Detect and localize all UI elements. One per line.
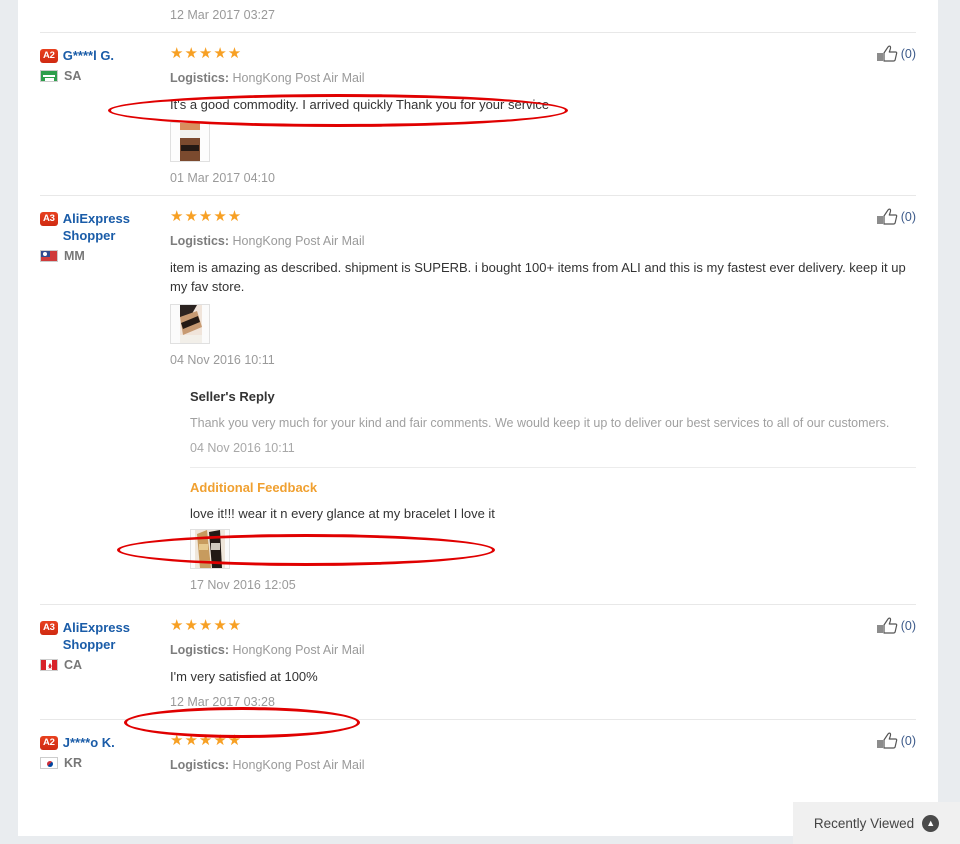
review-body: ★★★★★ Logistics: HongKong Post Air Mail … — [170, 617, 916, 709]
reviewer-name[interactable]: J****o K. — [63, 734, 115, 751]
reviewer-line: A2 G****l G. — [40, 47, 170, 64]
buyer-level-badge: A3 — [40, 621, 58, 635]
thumbs-up-icon — [876, 45, 897, 62]
reviewer-info: A2 G****l G. SA — [40, 45, 170, 185]
recently-viewed-widget[interactable]: Recently Viewed ▲ — [793, 802, 960, 844]
review-photos — [170, 304, 906, 344]
seller-reply-title: Seller's Reply — [190, 389, 275, 404]
star-rating: ★★★★★ — [170, 617, 243, 634]
country-code: SA — [64, 69, 82, 83]
reviewer-name[interactable]: G****l G. — [63, 47, 114, 64]
reviewer-name[interactable]: AliExpress Shopper — [63, 210, 170, 244]
flag-ca-icon — [40, 659, 58, 671]
reviewer-info: A3 AliExpress Shopper MM — [40, 208, 170, 367]
review-text: item is amazing as described. shipment i… — [170, 260, 906, 294]
country-line: CA — [40, 658, 170, 672]
additional-feedback-date: 17 Nov 2016 12:05 — [190, 578, 296, 592]
buyer-level-badge: A3 — [40, 212, 58, 226]
thumbs-up-icon — [876, 617, 897, 634]
previous-review-date: 12 Mar 2017 03:27 — [170, 8, 275, 22]
reviewer-info: A3 AliExpress Shopper CA — [40, 617, 170, 709]
logistics-label: Logistics: — [170, 643, 230, 657]
thumbs-up-icon — [876, 732, 897, 749]
star-rating: ★★★★★ — [170, 45, 243, 62]
reviewer-line: A2 J****o K. — [40, 734, 170, 751]
review-photo-thumbnail[interactable] — [170, 122, 210, 162]
logistics-line: Logistics: HongKong Post Air Mail — [170, 69, 906, 87]
recently-viewed-label: Recently Viewed — [813, 815, 915, 831]
country-line: KR — [40, 756, 170, 770]
thumbs-up-icon — [876, 208, 897, 225]
review-date: 01 Mar 2017 04:10 — [170, 171, 275, 185]
country-code: MM — [64, 249, 85, 263]
logistics-value: HongKong Post Air Mail — [232, 758, 365, 772]
review-body: ★★★★★ Logistics: HongKong Post Air Mail … — [170, 208, 916, 367]
additional-feedback-title: Additional Feedback — [190, 480, 318, 495]
page-root: 12 Mar 2017 03:27 A2 G****l G. SA ★★★★★ — [0, 0, 960, 844]
photo-image — [171, 305, 209, 343]
star-rating: ★★★★★ — [170, 732, 243, 749]
reviews-panel: 12 Mar 2017 03:27 A2 G****l G. SA ★★★★★ — [18, 0, 938, 836]
buyer-level-badge: A2 — [40, 736, 58, 750]
logistics-label: Logistics: — [170, 234, 230, 248]
logistics-label: Logistics: — [170, 71, 230, 85]
logistics-line: Logistics: HongKong Post Air Mail — [170, 641, 906, 659]
logistics-value: HongKong Post Air Mail — [232, 234, 365, 248]
helpful-button[interactable]: (0) — [876, 732, 916, 750]
helpful-count: (0) — [900, 619, 916, 633]
helpful-button[interactable]: (0) — [876, 617, 916, 635]
seller-reply: Seller's Reply Thank you very much for y… — [190, 389, 916, 468]
logistics-value: HongKong Post Air Mail — [232, 71, 365, 85]
buyer-level-badge: A2 — [40, 49, 58, 63]
logistics-label: Logistics: — [170, 758, 230, 772]
review-date: 12 Mar 2017 03:28 — [170, 695, 275, 709]
review-item: A3 AliExpress Shopper MM ★★★★★ Logistics… — [40, 196, 916, 377]
review-text: I'm very satisfied at 100% — [170, 669, 318, 684]
review-item: A2 J****o K. KR ★★★★★ Logistics: HongKon… — [40, 720, 916, 784]
helpful-count: (0) — [900, 47, 916, 61]
review-body: ★★★★★ Logistics: HongKong Post Air Mail … — [170, 732, 916, 774]
reviewer-line: A3 AliExpress Shopper — [40, 619, 170, 653]
flag-sa-icon — [40, 70, 58, 82]
country-line: MM — [40, 249, 170, 263]
helpful-count: (0) — [900, 734, 916, 748]
helpful-button[interactable]: (0) — [876, 208, 916, 226]
photo-image — [171, 123, 209, 161]
additional-feedback-text: love it!!! wear it n every glance at my … — [190, 506, 495, 521]
review-photos — [170, 122, 906, 162]
review-date: 04 Nov 2016 10:11 — [170, 353, 275, 367]
flag-kr-icon — [40, 757, 58, 769]
country-code: KR — [64, 756, 83, 770]
review-photo-thumbnail[interactable] — [170, 304, 210, 344]
additional-feedback: Additional Feedback love it!!! wear it n… — [190, 480, 916, 592]
seller-reply-text: Thank you very much for your kind and fa… — [190, 416, 890, 430]
logistics-line: Logistics: HongKong Post Air Mail — [170, 232, 906, 250]
logistics-line: Logistics: HongKong Post Air Mail — [170, 756, 906, 774]
country-line: SA — [40, 69, 170, 83]
review-text: It's a good commodity. I arrived quickly… — [170, 97, 550, 112]
flag-mm-icon — [40, 250, 58, 262]
review-body: ★★★★★ Logistics: HongKong Post Air Mail … — [170, 45, 916, 185]
review-item: A3 AliExpress Shopper CA ★★★★★ Logistics… — [40, 605, 916, 719]
photo-image — [191, 530, 229, 568]
review-item: A2 G****l G. SA ★★★★★ Logistics: HongKon… — [40, 33, 916, 195]
helpful-count: (0) — [900, 210, 916, 224]
country-code: CA — [64, 658, 83, 672]
review-photo-thumbnail[interactable] — [190, 529, 230, 569]
seller-reply-date: 04 Nov 2016 10:11 — [190, 441, 295, 455]
reviewer-line: A3 AliExpress Shopper — [40, 210, 170, 244]
chevron-up-circle-icon[interactable]: ▲ — [922, 814, 940, 832]
additional-feedback-photos — [190, 529, 916, 569]
helpful-button[interactable]: (0) — [876, 45, 916, 63]
reviewer-name[interactable]: AliExpress Shopper — [63, 619, 170, 653]
star-rating: ★★★★★ — [170, 208, 243, 225]
reviewer-info: A2 J****o K. KR — [40, 732, 170, 774]
logistics-value: HongKong Post Air Mail — [232, 643, 365, 657]
